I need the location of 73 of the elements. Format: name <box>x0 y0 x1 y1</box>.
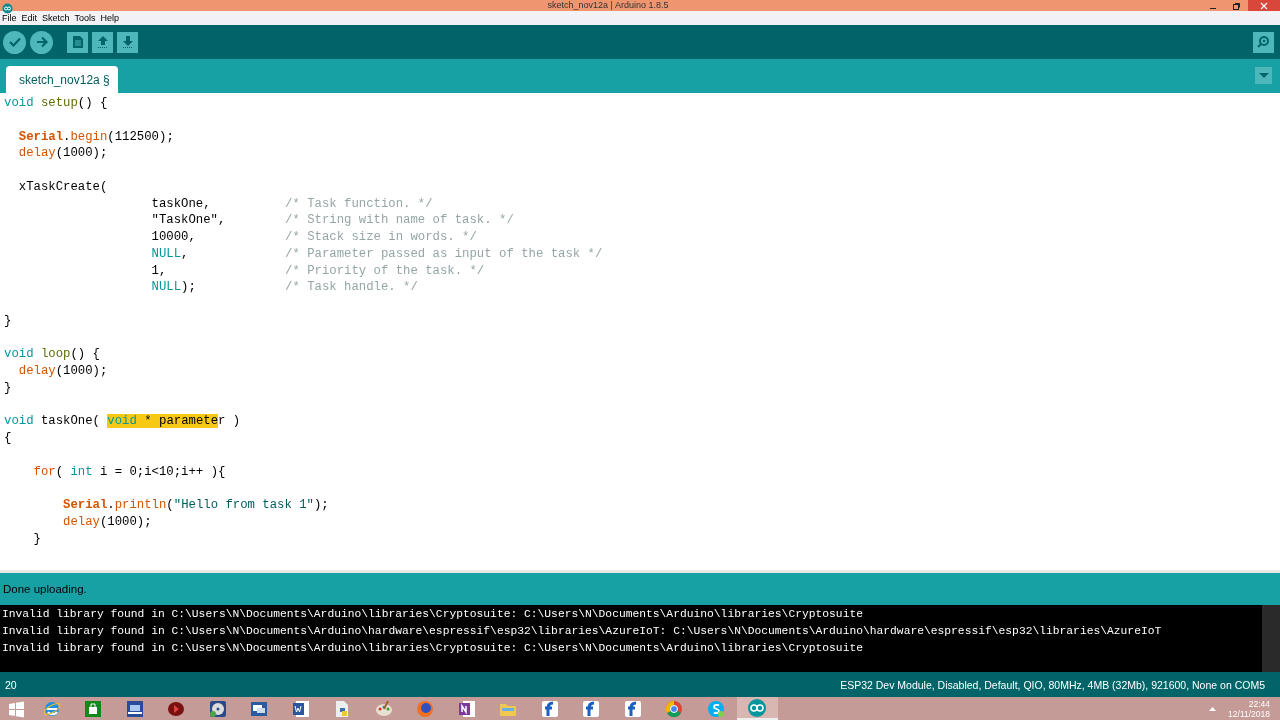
caret-down-icon <box>1258 72 1269 79</box>
paint-palette-icon <box>373 698 394 719</box>
menu-item[interactable]: File <box>2 11 17 25</box>
menu-item[interactable]: Help <box>100 11 120 25</box>
code-line: NULL); <box>150 279 197 296</box>
code-line: } <box>4 379 12 397</box>
window-title: sketch_nov12a | Arduino 1.8.5 <box>546 0 670 11</box>
console-line: Invalid library found in C:\Users\N\Documents\Arduino\hardware\espressif\esp32\libraries\AzureIoT: C:\Users\N\Documents\Arduino\hardware\espressif\esp32\libraries\AzureIoT <box>2 624 1163 639</box>
code-line: void taskOne( void * parameter ) <box>4 413 241 430</box>
notebook-icon <box>456 698 477 719</box>
chat-bubble-icon <box>705 698 726 719</box>
word-document-icon <box>290 698 311 719</box>
close-icon <box>1260 1 1268 10</box>
console-line: Invalid library found in C:\Users\N\Documents\Arduino\libraries\Cryptosuite: C:\Users\N\Documents\Arduino\libraries\Cryptosuite <box>2 607 864 622</box>
ring-logo-icon <box>664 698 685 719</box>
menu-item[interactable]: Sketch <box>42 11 70 25</box>
store-bag-icon <box>83 698 104 719</box>
code-line: delay(1000); <box>62 513 152 531</box>
open-button[interactable] <box>92 31 113 53</box>
document-icon <box>71 35 84 49</box>
code-line: { <box>4 430 12 447</box>
code-comment: /* String with name of task. */ <box>285 212 514 229</box>
code-comment: /* Parameter passed as input of the task */ <box>285 245 603 263</box>
line-number: 20 <box>5 678 17 691</box>
infinity-logo-icon <box>747 697 768 718</box>
fox-globe-icon <box>415 698 436 719</box>
code-line: 1, <box>150 262 168 280</box>
app-logo-icon <box>2 3 13 14</box>
code-comment: /* Task function. */ <box>285 195 433 213</box>
right-arrow-icon <box>34 35 49 49</box>
laptop-icon <box>124 698 145 719</box>
tab-menu-button[interactable] <box>1255 67 1272 84</box>
close-button[interactable] <box>1248 0 1280 11</box>
new-button[interactable] <box>67 31 88 53</box>
clock-date: 12/11/2018 <box>1228 708 1270 719</box>
code-line: xTaskCreate( <box>17 178 108 196</box>
code-line: Serial.begin(112500); <box>17 128 174 146</box>
code-line: void setup() { <box>4 95 108 112</box>
console-line: Invalid library found in C:\Users\N\Documents\Arduino\libraries\Cryptosuite: C:\Users\N\Documents\Arduino\libraries\Cryptosuite <box>2 641 864 656</box>
restore-icon <box>1232 1 1240 10</box>
clock-time: 22:44 <box>1248 698 1270 709</box>
caret-up-icon[interactable] <box>1209 706 1217 711</box>
verify-button[interactable] <box>3 30 26 54</box>
code-line: delay(1000); <box>17 145 108 162</box>
code-line: 10000, <box>150 229 197 246</box>
code-line: "TaskOne", <box>150 212 227 229</box>
minimize-icon <box>1210 7 1216 9</box>
code-line: for( int i = 0;i<10;i++ ){ <box>32 463 226 481</box>
code-line: void loop() { <box>4 346 100 363</box>
code-comment: /* Task handle. */ <box>285 279 418 296</box>
code-comment: /* Priority of the task. */ <box>285 262 485 280</box>
up-arrow-icon <box>95 35 110 49</box>
status-message: Done uploading. <box>3 583 87 595</box>
save-button[interactable] <box>117 31 138 53</box>
checkmark-icon <box>7 35 22 49</box>
menu-item[interactable]: Tools <box>74 11 96 25</box>
code-line: } <box>4 312 12 330</box>
upload-button[interactable] <box>30 30 53 54</box>
code-line: } <box>32 530 41 548</box>
code-line: taskOne, <box>150 195 212 213</box>
f-logo-icon <box>581 698 602 719</box>
sketch-tab[interactable]: sketch_nov12a § <box>6 66 118 93</box>
code-line: delay(1000); <box>17 363 108 380</box>
magnifier-icon <box>1255 35 1272 49</box>
code-comment: /* Stack size in words. */ <box>285 229 477 246</box>
f-logo-icon <box>622 698 643 719</box>
code-line: Serial.println("Hello from task 1"); <box>62 497 329 514</box>
board-info: ESP32 Dev Module, Disabled, Default, QIO, 80MHz, 4MB (32Mb), 921600, None on COM5 <box>840 678 1265 691</box>
menu-item[interactable]: Edit <box>21 11 38 25</box>
code-line: NULL, <box>150 245 190 263</box>
f-logo-icon <box>539 698 560 719</box>
serial-monitor-button[interactable] <box>1253 31 1274 53</box>
down-arrow-icon <box>120 35 135 49</box>
